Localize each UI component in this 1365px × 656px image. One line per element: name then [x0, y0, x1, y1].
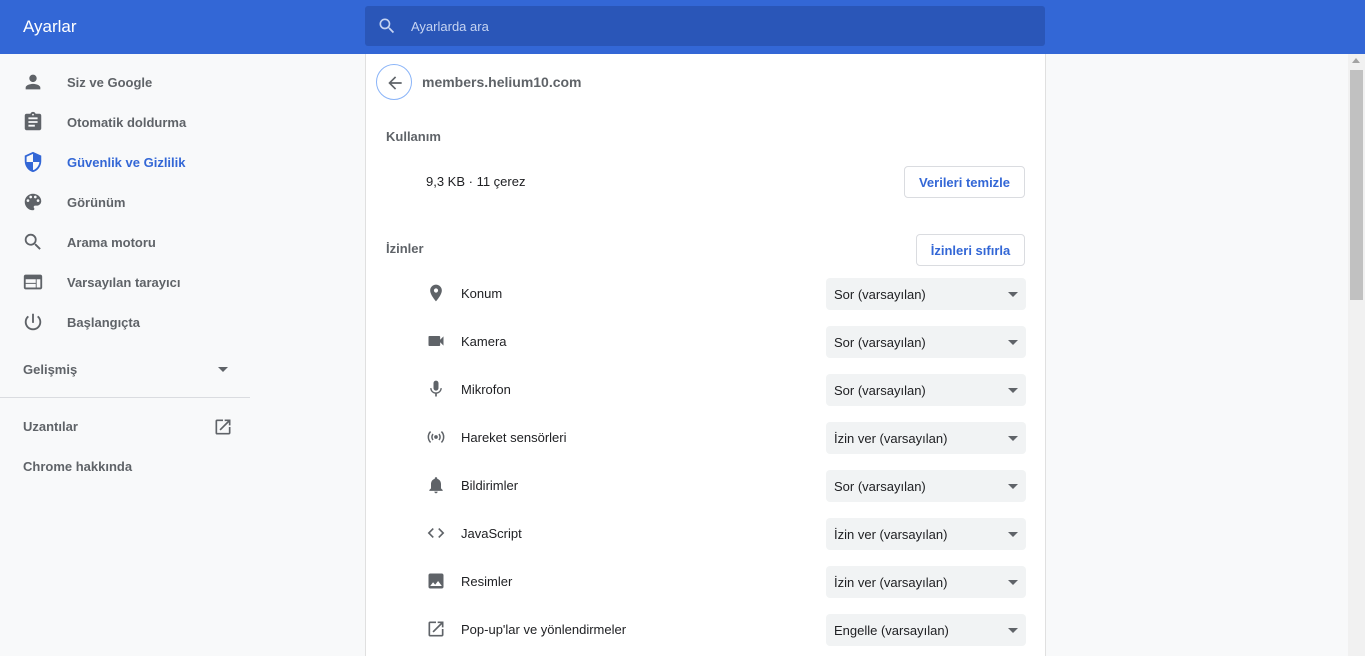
open-in-new-icon — [215, 419, 231, 435]
app-title: Ayarlar — [23, 17, 77, 36]
usage-text: 9,3 KB · 11 çerez — [426, 174, 526, 189]
palette-icon — [24, 193, 42, 211]
clear-data-button[interactable]: Verileri temizle — [904, 166, 1025, 198]
permission-select[interactable]: Sor (varsayılan) — [826, 326, 1026, 358]
permission-select[interactable]: İzin ver (varsayılan) — [826, 422, 1026, 454]
dropdown-arrow-icon — [1008, 292, 1018, 297]
permission-label: Resimler — [461, 574, 513, 589]
permission-label: Hareket sensörleri — [461, 430, 567, 445]
permission-label: Kamera — [461, 334, 507, 349]
sidebar-item-label: Arama motoru — [67, 235, 156, 250]
search-box[interactable] — [365, 6, 1045, 46]
sidebar: Siz ve Google Otomatik doldurma Güvenlik… — [0, 54, 250, 656]
sidebar-item-label: Görünüm — [67, 195, 126, 210]
site-name: members.helium10.com — [422, 74, 582, 90]
sidebar-item-label: Varsayılan tarayıcı — [67, 275, 181, 290]
dropdown-arrow-icon — [1008, 532, 1018, 537]
permission-label: Mikrofon — [461, 382, 511, 397]
dropdown-arrow-icon — [1008, 580, 1018, 585]
image-icon — [428, 573, 444, 589]
dropdown-arrow-icon — [1008, 436, 1018, 441]
permission-row-motion-sensors: Hareket sensörleri İzin ver (varsayılan) — [366, 414, 1045, 462]
sidebar-item-label: Siz ve Google — [67, 75, 153, 90]
sidebar-item-label: Otomatik doldurma — [67, 115, 187, 130]
open-in-new-icon — [428, 621, 444, 637]
search-icon — [24, 233, 41, 250]
code-icon — [427, 528, 445, 538]
top-bar: Ayarlar — [0, 0, 1365, 54]
camera-icon — [428, 336, 444, 346]
sensors-icon — [427, 431, 445, 443]
shield-icon — [24, 151, 42, 173]
permission-select[interactable]: İzin ver (varsayılan) — [826, 566, 1026, 598]
clipboard-icon — [24, 111, 42, 131]
permission-value: Sor (varsayılan) — [834, 335, 926, 350]
usage-heading: Kullanım — [386, 129, 441, 144]
search-icon — [379, 18, 395, 34]
permission-row-popups: Pop-up'lar ve yönlendirmeler Engelle (va… — [366, 606, 1045, 654]
permission-row-javascript: JavaScript İzin ver (varsayılan) — [366, 510, 1045, 558]
permission-value: Engelle (varsayılan) — [834, 623, 949, 638]
permission-value: Sor (varsayılan) — [834, 287, 926, 302]
permission-value: İzin ver (varsayılan) — [834, 431, 948, 446]
power-icon — [24, 313, 42, 331]
sidebar-item-you-and-google[interactable]: Siz ve Google — [0, 62, 250, 102]
back-button[interactable] — [376, 64, 412, 100]
permission-label: Bildirimler — [461, 478, 519, 493]
arrow-back-icon — [388, 76, 402, 90]
permission-row-camera: Kamera Sor (varsayılan) — [366, 318, 1045, 366]
extensions-label: Uzantılar — [23, 419, 78, 434]
sidebar-advanced-toggle[interactable]: Gelişmiş — [0, 349, 250, 389]
sidebar-item-about-chrome[interactable]: Chrome hakkında — [0, 446, 250, 486]
permission-select[interactable]: Sor (varsayılan) — [826, 374, 1026, 406]
sidebar-item-label: Başlangıçta — [67, 315, 140, 330]
permission-label: Pop-up'lar ve yönlendirmeler — [461, 622, 627, 637]
permission-select[interactable]: Sor (varsayılan) — [826, 278, 1026, 310]
search-input[interactable] — [411, 6, 1011, 46]
about-label: Chrome hakkında — [23, 459, 133, 474]
person-icon — [25, 74, 41, 90]
browser-icon — [23, 274, 43, 290]
sidebar-item-search-engine[interactable]: Arama motoru — [0, 222, 250, 262]
site-settings-card: members.helium10.com Kullanım 9,3 KB · 1… — [365, 54, 1046, 656]
bell-icon — [429, 477, 443, 494]
dropdown-arrow-icon — [1008, 628, 1018, 633]
reset-permissions-button[interactable]: İzinleri sıfırla — [916, 234, 1025, 266]
permissions-heading: İzinler — [386, 241, 424, 256]
sidebar-item-label: Güvenlik ve Gizlilik — [67, 155, 186, 170]
sidebar-item-security-privacy[interactable]: Güvenlik ve Gizlilik — [0, 142, 250, 182]
permission-row-microphone: Mikrofon Sor (varsayılan) — [366, 366, 1045, 414]
permission-label: Konum — [461, 286, 503, 301]
sidebar-item-autofill[interactable]: Otomatik doldurma — [0, 102, 250, 142]
chevron-down-icon — [218, 367, 228, 372]
sidebar-item-on-startup[interactable]: Başlangıçta — [0, 302, 250, 342]
advanced-label: Gelişmiş — [23, 362, 78, 377]
permission-label: JavaScript — [461, 526, 522, 541]
sidebar-divider — [0, 397, 250, 398]
permission-row-images: Resimler İzin ver (varsayılan) — [366, 558, 1045, 606]
dropdown-arrow-icon — [1008, 388, 1018, 393]
permission-select[interactable]: Engelle (varsayılan) — [826, 614, 1026, 646]
sidebar-item-default-browser[interactable]: Varsayılan tarayıcı — [0, 262, 250, 302]
permission-value: İzin ver (varsayılan) — [834, 527, 948, 542]
scroll-up-arrow-icon[interactable] — [1352, 58, 1360, 63]
sidebar-item-extensions[interactable]: Uzantılar — [0, 406, 250, 446]
location-pin-icon — [430, 284, 442, 302]
sidebar-item-appearance[interactable]: Görünüm — [0, 182, 250, 222]
microphone-icon — [430, 380, 442, 397]
dropdown-arrow-icon — [1008, 340, 1018, 345]
permission-row-location: Konum Sor (varsayılan) — [366, 270, 1045, 318]
scrollbar-thumb[interactable] — [1350, 70, 1363, 300]
permission-select[interactable]: Sor (varsayılan) — [826, 470, 1026, 502]
permission-value: İzin ver (varsayılan) — [834, 575, 948, 590]
permission-value: Sor (varsayılan) — [834, 479, 926, 494]
permission-select[interactable]: İzin ver (varsayılan) — [826, 518, 1026, 550]
dropdown-arrow-icon — [1008, 484, 1018, 489]
permission-row-notifications: Bildirimler Sor (varsayılan) — [366, 462, 1045, 510]
permission-value: Sor (varsayılan) — [834, 383, 926, 398]
